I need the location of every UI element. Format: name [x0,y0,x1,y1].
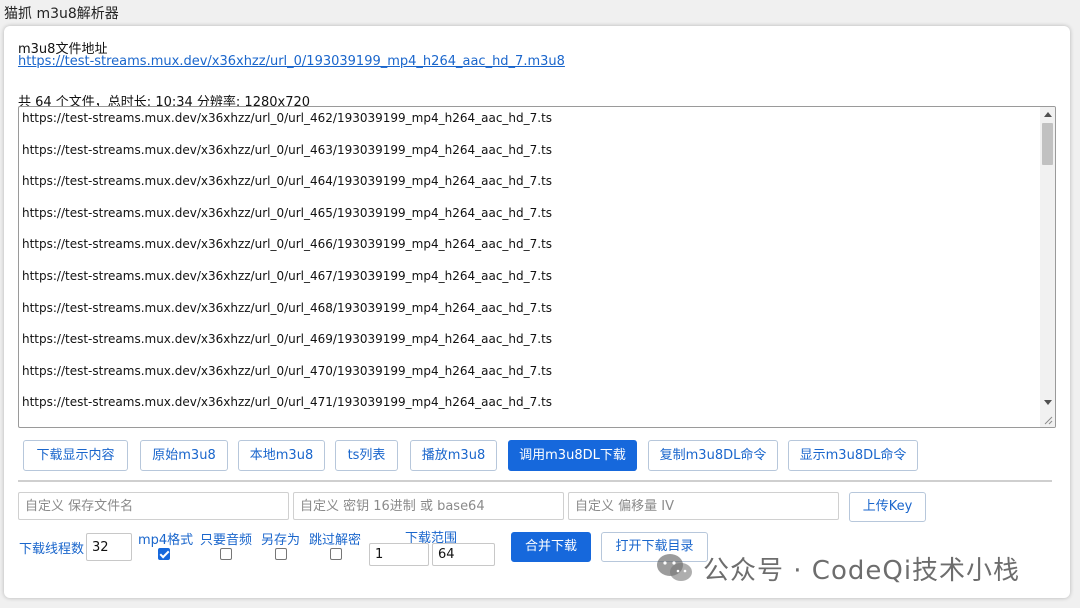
ts-list-item: https://test-streams.mux.dev/x36xhzz/url… [22,111,553,125]
resize-grip-icon[interactable] [1043,415,1053,425]
filename-input[interactable] [18,492,289,520]
divider [18,480,1052,482]
main-panel: m3u8文件地址 https://test-streams.mux.dev/x3… [4,26,1070,598]
mp4-checkbox[interactable] [158,548,170,560]
ts-list-item: https://test-streams.mux.dev/x36xhzz/url… [22,300,553,315]
ts-list-item: https://test-streams.mux.dev/x36xhzz/url… [22,332,553,347]
save-as-label: 另存为 [261,533,301,548]
upload-key-button[interactable]: 上传Key [849,492,926,522]
save-as-checkbox[interactable] [275,548,287,560]
key-input[interactable] [293,492,564,520]
ts-list-textarea[interactable]: https://test-streams.mux.dev/x36xhzz/url… [18,106,1056,428]
m3u8-url-link[interactable]: https://test-streams.mux.dev/x36xhzz/url… [18,54,565,69]
show-m3u8dl-command-button[interactable]: 显示m3u8DL命令 [788,440,918,471]
threads-label: 下载线程数 [19,542,85,557]
watermark-text: 公众号 · CodeQi技术小栈 [703,555,1021,586]
threads-input[interactable] [86,533,132,561]
merge-download-button[interactable]: 合并下载 [511,532,591,562]
download-shown-button[interactable]: 下载显示内容 [23,440,128,471]
watermark: 公众号 · CodeQi技术小栈 [655,548,1020,588]
ts-list-item: https://test-streams.mux.dev/x36xhzz/url… [22,174,553,189]
original-m3u8-button[interactable]: 原始m3u8 [140,440,228,471]
ts-list-item: https://test-streams.mux.dev/x36xhzz/url… [22,205,553,220]
copy-m3u8dl-command-button[interactable]: 复制m3u8DL命令 [648,440,778,471]
vertical-scrollbar[interactable] [1040,107,1055,427]
audio-only-checkbox[interactable] [220,548,232,560]
scroll-down-arrow-icon[interactable] [1044,400,1052,405]
ts-list-item: https://test-streams.mux.dev/x36xhzz/url… [22,268,553,283]
skip-decrypt-label: 跳过解密 [309,533,362,548]
ts-list-button[interactable]: ts列表 [335,440,398,471]
iv-input[interactable] [568,492,839,520]
ts-list-item: https://test-streams.mux.dev/x36xhzz/url… [22,363,553,378]
scrollbar-thumb[interactable] [1042,123,1053,165]
mp4-label: mp4格式 [138,533,194,548]
app-title: 猫抓 m3u8解析器 [4,6,119,22]
call-m3u8dl-button[interactable]: 调用m3u8DL下载 [508,440,637,471]
range-start-input[interactable] [369,543,429,566]
skip-decrypt-checkbox[interactable] [330,548,342,560]
ts-list: https://test-streams.mux.dev/x36xhzz/url… [19,107,1039,427]
audio-only-label: 只要音频 [200,533,253,548]
play-m3u8-button[interactable]: 播放m3u8 [410,440,497,471]
range-end-input[interactable] [432,543,495,566]
ts-list-item: https://test-streams.mux.dev/x36xhzz/url… [22,142,553,157]
ts-list-item: https://test-streams.mux.dev/x36xhzz/url… [22,237,553,252]
wechat-icon [657,554,692,581]
local-m3u8-button[interactable]: 本地m3u8 [238,440,325,471]
scroll-up-arrow-icon[interactable] [1044,112,1052,117]
ts-list-item: https://test-streams.mux.dev/x36xhzz/url… [22,395,553,410]
